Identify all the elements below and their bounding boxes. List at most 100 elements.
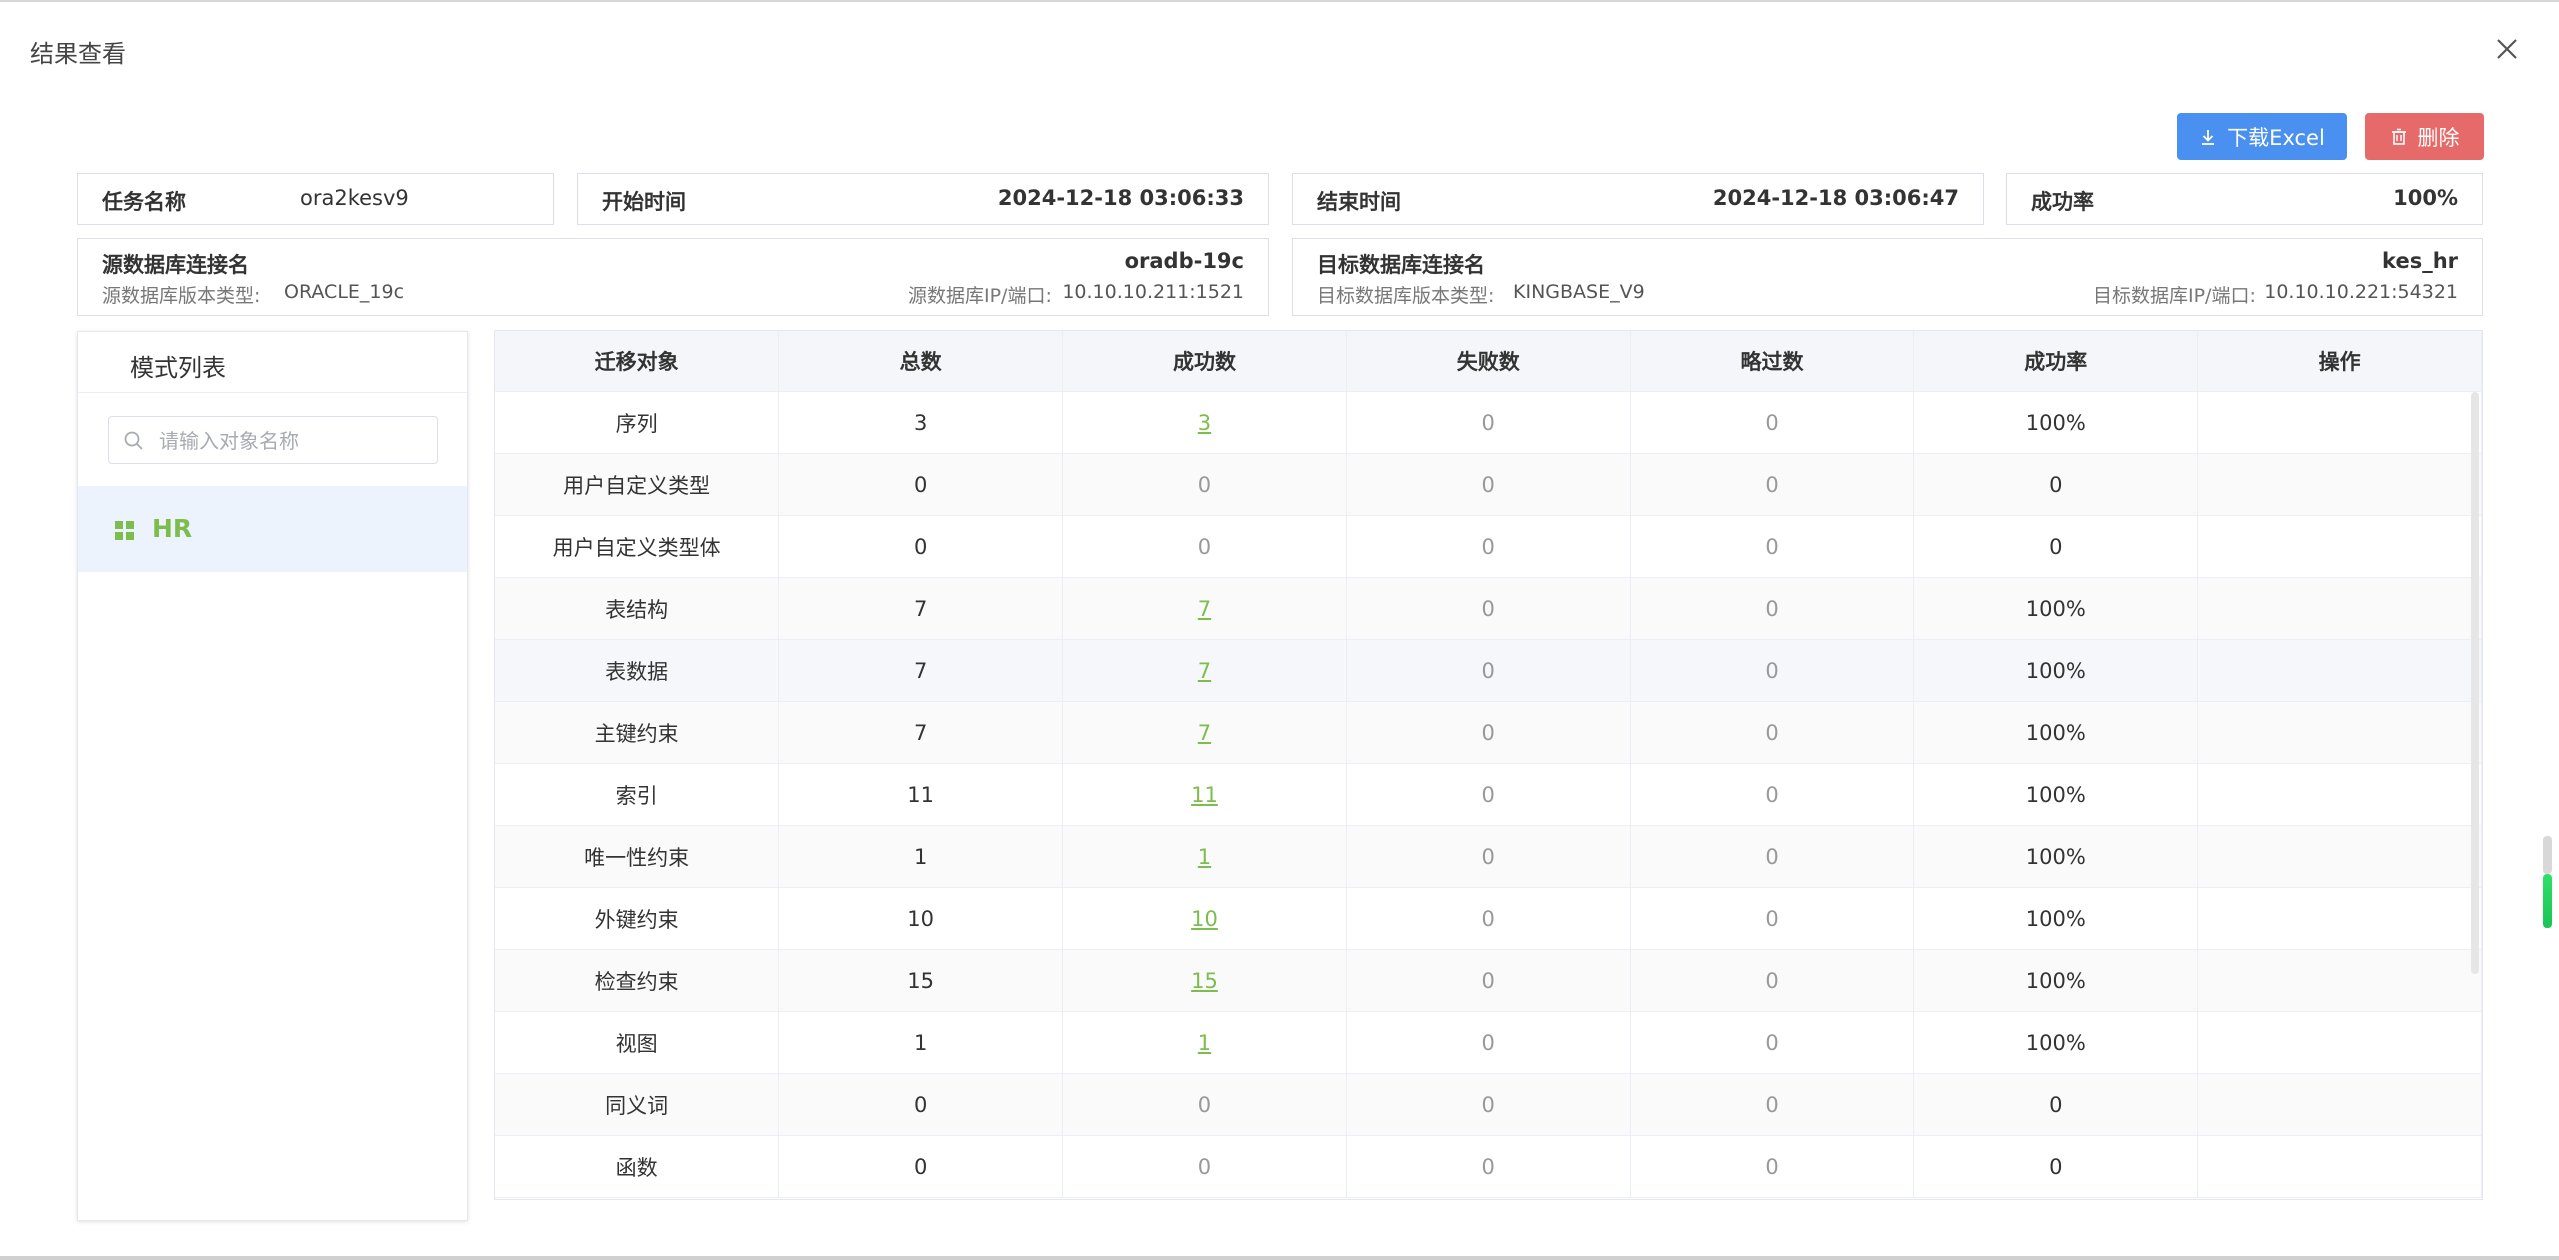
cell-skipped: 0: [1630, 1135, 1915, 1198]
cell-total: 7: [778, 701, 1064, 764]
cell-success: 3: [1062, 391, 1347, 454]
schema-item-hr[interactable]: HR: [78, 486, 467, 572]
cell-rate: 100%: [1913, 887, 2199, 950]
cell-actions: [2197, 1135, 2482, 1198]
cell-total: 0: [778, 515, 1064, 578]
task-name-label: 任务名称: [102, 190, 186, 214]
cell-rate: 0: [1913, 1073, 2199, 1136]
success-count-link[interactable]: 3: [1198, 411, 1211, 435]
cell-rate: 0: [1913, 453, 2199, 516]
delete-button[interactable]: 删除: [2365, 113, 2484, 160]
cell-success: 7: [1062, 701, 1347, 764]
cell-object: 外键约束: [495, 887, 780, 950]
close-button[interactable]: [2490, 32, 2524, 66]
success-rate-label: 成功率: [2031, 190, 2094, 214]
table-row: 主键约束 7 7 0 0 100%: [495, 701, 2482, 764]
download-icon: [2202, 129, 2215, 145]
table-scrollbar[interactable]: [2471, 392, 2479, 974]
trash-icon: [2391, 128, 2406, 145]
cell-total: 10: [778, 887, 1064, 950]
cell-total: 1: [778, 825, 1064, 888]
cell-skipped: 0: [1630, 825, 1915, 888]
cell-rate: 0: [1913, 1135, 2199, 1198]
search-icon: [124, 431, 143, 450]
success-count-link[interactable]: 10: [1191, 907, 1218, 931]
table-row: 用户自定义类型 0 0 0 0 0: [495, 453, 2482, 516]
cell-actions: [2197, 515, 2482, 578]
table-header-row: 迁移对象 总数 成功数 失败数 略过数 成功率 操作: [495, 331, 2482, 392]
task-name-value: ora2kesv9: [300, 186, 409, 210]
schema-grid-icon: [115, 521, 134, 540]
cell-skipped: 0: [1630, 453, 1915, 516]
cell-actions: [2197, 391, 2482, 454]
end-time-value: 2024-12-18 03:06:47: [1712, 186, 1959, 210]
cell-success: 7: [1062, 577, 1347, 640]
dialog-title: 结果查看: [30, 40, 126, 68]
cell-success: 0: [1062, 1073, 1347, 1136]
success-count-link[interactable]: 7: [1198, 659, 1211, 683]
download-excel-button[interactable]: 下载Excel: [2177, 113, 2347, 160]
cell-actions: [2197, 1011, 2482, 1074]
cell-failed: 0: [1346, 391, 1631, 454]
table-row: 检查约束 15 15 0 0 100%: [495, 949, 2482, 1012]
sidebar-title: 模式列表: [130, 354, 226, 382]
cell-object: 同义词: [495, 1073, 780, 1136]
header-object: 迁移对象: [495, 331, 780, 392]
page-scrollbar-track[interactable]: [2543, 836, 2552, 874]
cell-failed: 0: [1346, 639, 1631, 702]
source-ip-value: 10.10.10.211:1521: [1062, 281, 1244, 303]
success-rate-box: 成功率 100%: [2006, 173, 2483, 225]
cell-object: 检查约束: [495, 949, 780, 1012]
header-success: 成功数: [1062, 331, 1347, 392]
cell-total: 0: [778, 453, 1064, 516]
success-count-link[interactable]: 7: [1198, 597, 1211, 621]
schema-item-label: HR: [152, 514, 193, 543]
download-excel-label: 下载Excel: [2227, 125, 2325, 150]
cell-rate: 100%: [1913, 949, 2199, 1012]
success-count-link[interactable]: 1: [1198, 845, 1211, 869]
cell-failed: 0: [1346, 577, 1631, 640]
cell-failed: 0: [1346, 701, 1631, 764]
cell-success: 11: [1062, 763, 1347, 826]
cell-total: 7: [778, 639, 1064, 702]
cell-total: 1: [778, 1011, 1064, 1074]
cell-skipped: 0: [1630, 949, 1915, 1012]
success-count-link[interactable]: 7: [1198, 721, 1211, 745]
header-total: 总数: [778, 331, 1064, 392]
header-skipped: 略过数: [1630, 331, 1915, 392]
cell-success: 1: [1062, 825, 1347, 888]
success-count-link[interactable]: 11: [1191, 783, 1218, 807]
table-row: 索引 11 11 0 0 100%: [495, 763, 2482, 826]
cell-object: 用户自定义类型: [495, 453, 780, 516]
success-count-link[interactable]: 15: [1191, 969, 1218, 993]
cell-success: 0: [1062, 453, 1347, 516]
cell-failed: 0: [1346, 949, 1631, 1012]
task-name-box: 任务名称 ora2kesv9: [77, 173, 554, 225]
cell-skipped: 0: [1630, 515, 1915, 578]
cell-skipped: 0: [1630, 701, 1915, 764]
search-input[interactable]: [157, 417, 431, 465]
top-border: [0, 0, 2559, 2]
cell-rate: 100%: [1913, 763, 2199, 826]
page-scrollbar-thumb[interactable]: [2543, 874, 2552, 928]
source-version-value: ORACLE_19c: [284, 281, 405, 303]
close-icon: [2497, 39, 2517, 59]
cell-skipped: 0: [1630, 1073, 1915, 1136]
success-count-link[interactable]: 1: [1198, 1031, 1211, 1055]
table-row: 表数据 7 7 0 0 100%: [495, 639, 2482, 702]
target-connection-box: 目标数据库连接名 kes_hr 目标数据库版本类型: KINGBASE_V9 目…: [1292, 238, 2483, 316]
cell-skipped: 0: [1630, 577, 1915, 640]
header-actions: 操作: [2197, 331, 2482, 392]
cell-actions: [2197, 887, 2482, 950]
start-time-label: 开始时间: [602, 190, 686, 214]
cell-success: 10: [1062, 887, 1347, 950]
cell-rate: 100%: [1913, 639, 2199, 702]
sidebar-divider: [78, 392, 467, 393]
target-ip-value: 10.10.10.221:54321: [2264, 281, 2458, 303]
table-row: 序列 3 3 0 0 100%: [495, 391, 2482, 454]
target-version-value: KINGBASE_V9: [1513, 281, 1645, 303]
cell-total: 0: [778, 1073, 1064, 1136]
cell-actions: [2197, 639, 2482, 702]
source-version-label: 源数据库版本类型:: [102, 285, 261, 307]
cell-success: 7: [1062, 639, 1347, 702]
